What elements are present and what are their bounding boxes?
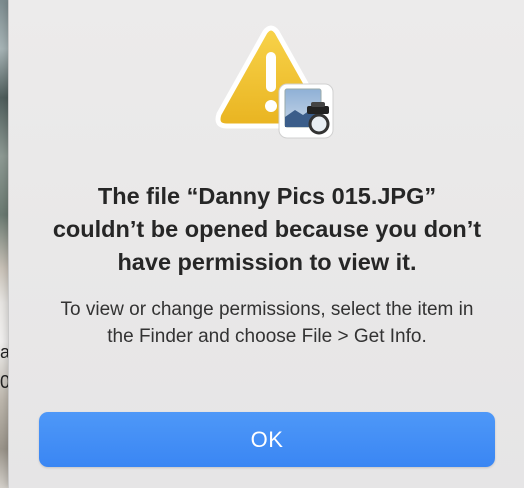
ok-button[interactable]: OK xyxy=(39,412,495,467)
alert-message: To view or change permissions, select th… xyxy=(60,299,474,347)
warning-icon xyxy=(215,25,334,139)
preview-app-icon xyxy=(278,83,334,139)
alert-icon xyxy=(207,22,337,140)
alert-dialog: The file “Danny Pics 015.JPG” couldn’t b… xyxy=(8,0,524,488)
alert-title: The file “Danny Pics 015.JPG” couldn’t b… xyxy=(52,183,482,275)
